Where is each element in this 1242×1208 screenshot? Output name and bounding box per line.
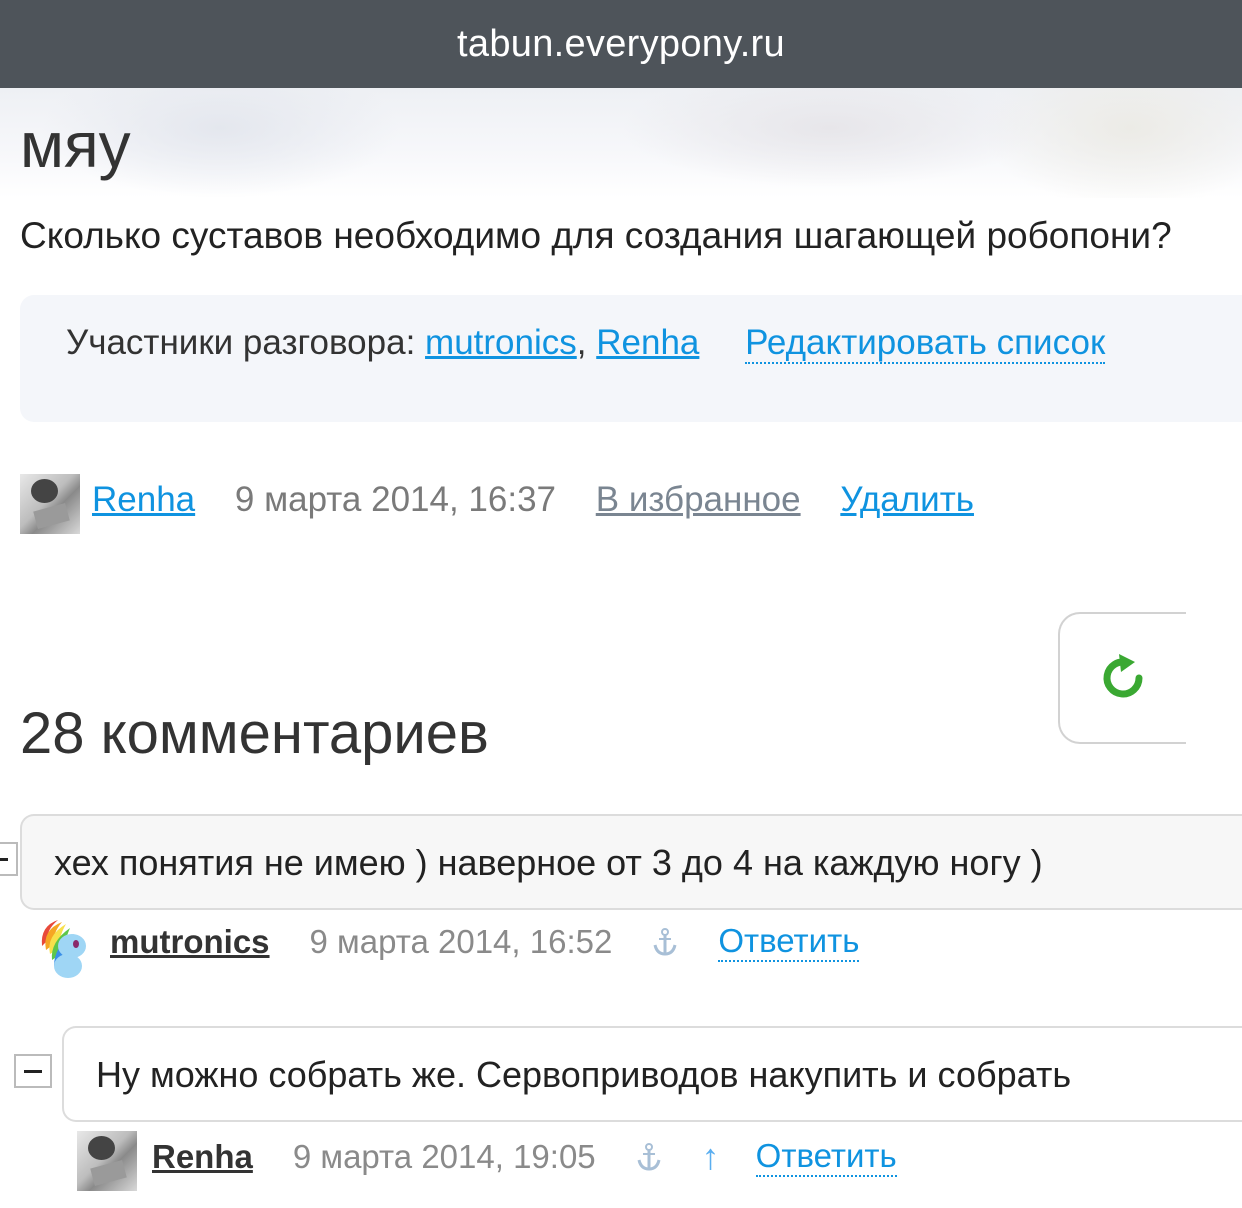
anchor-icon[interactable] (636, 1142, 662, 1172)
author-avatar[interactable] (20, 474, 80, 534)
comment-body: хех понятия не имею ) наверное от 3 до 4… (20, 814, 1242, 910)
minus-icon (0, 857, 8, 861)
participants-label: Участники разговора: (66, 323, 416, 362)
talk-text: Сколько суставов необходимо для создания… (20, 215, 1172, 256)
comment-text: Ну можно собрать же. Сервоприводов накуп… (96, 1054, 1072, 1095)
participants-box: Участники разговора: mutronics, Renha Ре… (20, 295, 1242, 422)
edit-list-link[interactable]: Редактировать список (745, 323, 1106, 364)
favourite-link[interactable]: В избранное (596, 480, 801, 519)
header-background (0, 88, 1242, 198)
comment-date: 9 марта 2014, 16:52 (309, 923, 613, 960)
reply-link[interactable]: Ответить (718, 922, 860, 962)
pony-avatar[interactable] (38, 916, 92, 978)
reply-link[interactable]: Ответить (755, 1137, 897, 1177)
minus-icon (24, 1069, 42, 1073)
talk-author-link[interactable]: Renha (92, 480, 195, 519)
participant-mutronics[interactable]: mutronics (425, 323, 577, 362)
comment-date: 9 марта 2014, 19:05 (292, 1138, 596, 1175)
comment-author-link[interactable]: Renha (152, 1138, 253, 1176)
comment-text: хех понятия не имею ) наверное от 3 до 4… (54, 842, 1043, 883)
participants-separator: , (576, 323, 587, 362)
comments-count-title: 28 комментариев (20, 701, 489, 766)
url-text: tabun.everypony.ru (457, 22, 785, 65)
url-bar[interactable]: tabun.everypony.ru (0, 0, 1242, 88)
collapse-button[interactable] (14, 1054, 52, 1088)
delete-link[interactable]: Удалить (840, 480, 974, 519)
refresh-icon (1103, 654, 1143, 698)
collapse-button[interactable] (0, 842, 18, 876)
talk-title: мяу (20, 109, 131, 181)
comment-author-link[interactable]: mutronics (110, 923, 270, 961)
talk-date: 9 марта 2014, 16:37 (234, 480, 557, 519)
refresh-comments-button[interactable] (1058, 612, 1186, 744)
participant-renha[interactable]: Renha (596, 323, 699, 362)
parent-comment-arrow[interactable]: ↑ (702, 1136, 720, 1178)
comment-avatar[interactable] (77, 1131, 137, 1191)
comment-body: Ну можно собрать же. Сервоприводов накуп… (62, 1026, 1242, 1122)
anchor-icon[interactable] (652, 927, 678, 957)
